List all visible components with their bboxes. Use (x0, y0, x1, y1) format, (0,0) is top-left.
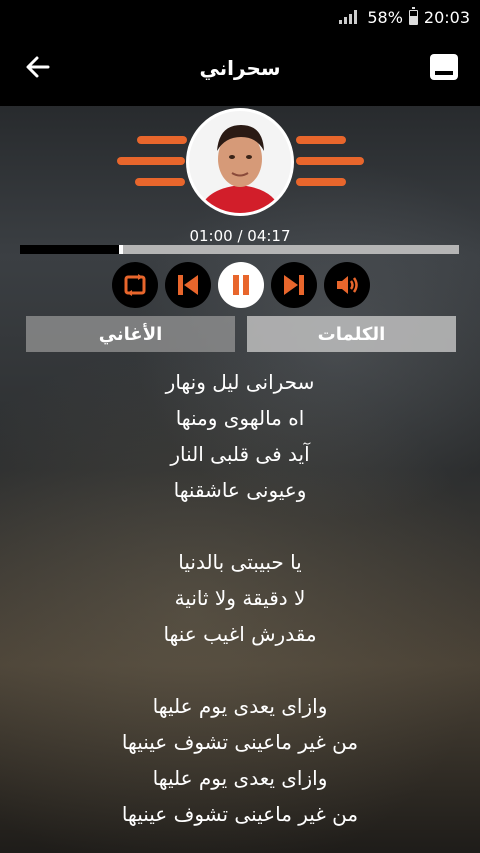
battery-icon (408, 6, 418, 25)
app-bar: سحراني (0, 34, 480, 106)
lyric-line: سحرانى ليل ونهار (165, 370, 315, 394)
page-title: سحراني (199, 56, 281, 80)
minimize-button[interactable] (430, 54, 458, 80)
lyric-line: من غير ماعينى تشوف عينيها (121, 730, 359, 754)
equalizer-left-icon (117, 136, 187, 199)
repeat-icon (124, 274, 146, 296)
volume-icon (337, 276, 358, 294)
artist-avatar (186, 108, 294, 216)
playback-time: 01:00 / 04:17 (189, 227, 291, 245)
next-button[interactable] (271, 262, 317, 308)
lyric-line: مقدرش اغيب عنها (163, 622, 317, 646)
lyric-line: وعيونى عاشقنها (173, 478, 307, 502)
pause-icon (233, 275, 249, 295)
pause-button[interactable] (218, 262, 264, 308)
repeat-button[interactable] (112, 262, 158, 308)
clock: 20:03 (423, 7, 470, 27)
skip-previous-icon (178, 275, 198, 295)
lyric-line: آيد فى قلبى النار (170, 442, 310, 466)
tab-songs[interactable]: الأغاني (26, 316, 235, 352)
equalizer-right-icon (296, 136, 364, 199)
previous-button[interactable] (165, 262, 211, 308)
status-bar: 58% 20:03 (0, 0, 480, 34)
lyric-line: اه مالهوى ومنها (175, 406, 305, 430)
lyrics-text: سحرانى ليل ونهار اه مالهوى ومنها آيد فى … (0, 364, 480, 832)
lyric-line: وازاى يعدى يوم عليها (152, 694, 328, 718)
signal-icon (339, 10, 358, 24)
seek-bar-progress (20, 245, 124, 254)
volume-button[interactable] (324, 262, 370, 308)
tab-lyrics[interactable]: الكلمات (247, 316, 456, 352)
artist-photo (189, 111, 291, 213)
skip-next-icon (284, 275, 304, 295)
player-controls (112, 262, 370, 308)
lyric-line: لا دقيقة ولا ثانية (174, 586, 306, 610)
lyric-line: يا حبيبتى بالدنيا (178, 550, 302, 574)
seek-bar[interactable] (20, 245, 459, 254)
content-tabs: الأغاني الكلمات (26, 316, 456, 352)
battery-percent: 58% (367, 7, 403, 27)
lyric-line: من غير ماعينى تشوف عينيها (121, 802, 359, 826)
lyric-line: وازاى يعدى يوم عليها (152, 766, 328, 790)
